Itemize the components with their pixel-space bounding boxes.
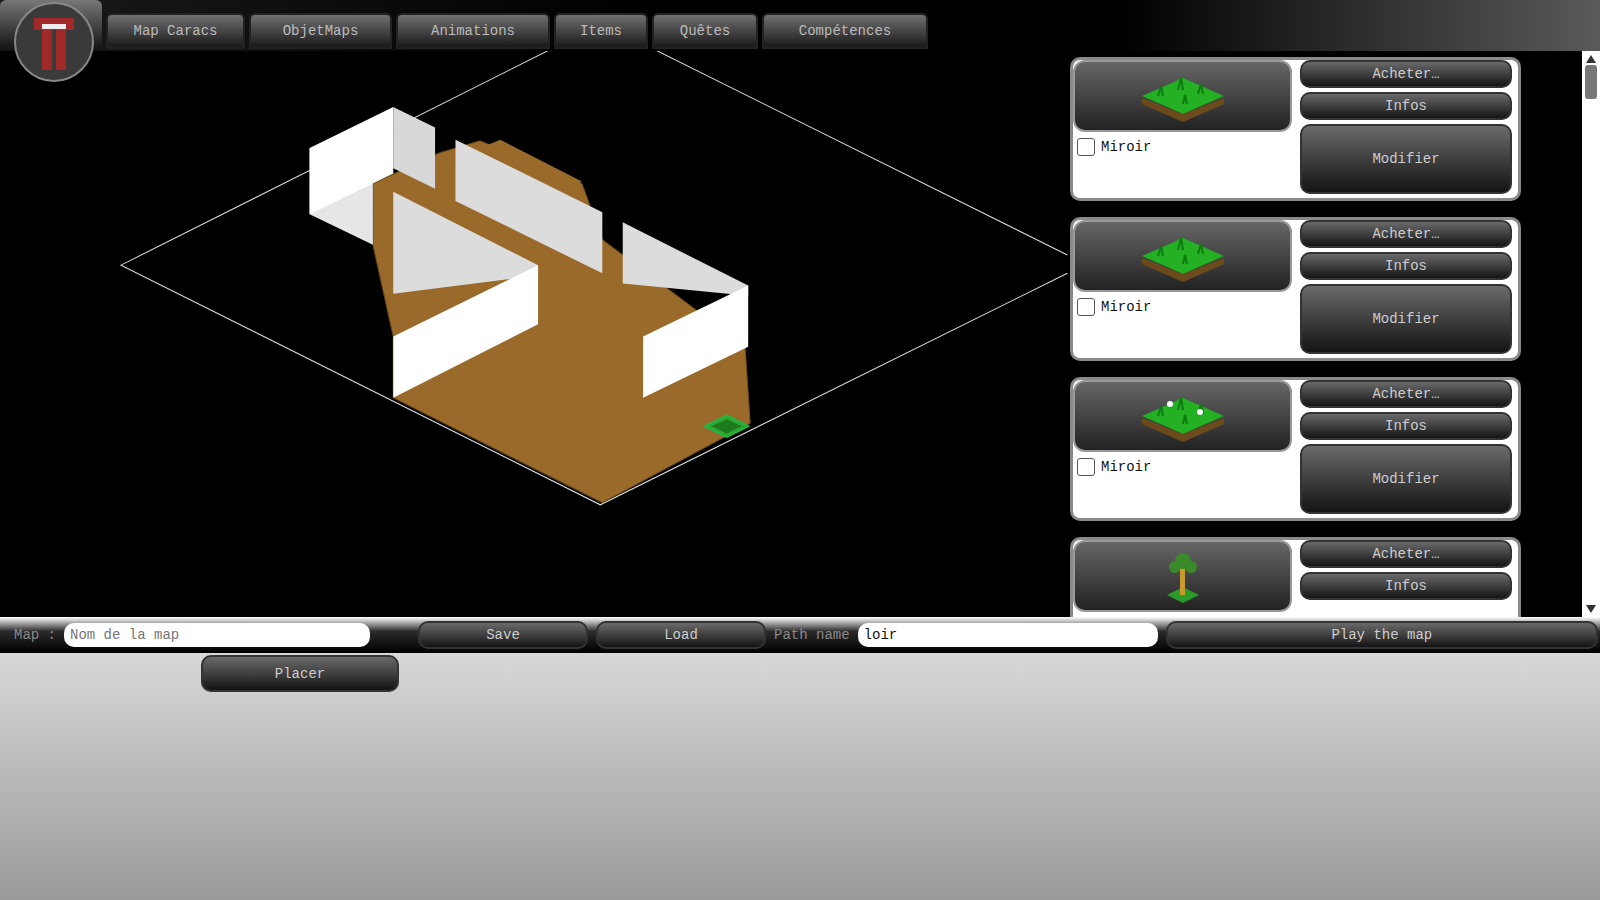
tab-bar: Map CaracsObjetMapsAnimationsItemsQuêtes… <box>106 13 928 51</box>
place-button[interactable]: Placer <box>201 655 399 692</box>
object-list: Miroir Acheter… Infos Modifier Miroir Ache… <box>1068 51 1582 617</box>
object-card: Miroir Acheter… Infos Modifier <box>1070 57 1521 201</box>
mirror-checkbox[interactable]: Miroir <box>1073 292 1292 322</box>
lower-area: Placer <box>0 653 1600 692</box>
object-button[interactable]: Modifier <box>1300 284 1512 354</box>
object-preview[interactable] <box>1073 220 1292 292</box>
grass-tile-icon <box>1138 228 1228 284</box>
scrollbar[interactable] <box>1582 51 1600 617</box>
tree-icon <box>1153 547 1213 605</box>
tab[interactable]: Animations <box>396 13 550 49</box>
object-button[interactable]: Infos <box>1300 92 1512 120</box>
map-name-input[interactable] <box>64 623 370 647</box>
save-button[interactable]: Save <box>418 621 588 649</box>
tab[interactable]: Items <box>554 13 648 49</box>
mirror-checkbox[interactable]: Miroir <box>1073 132 1292 162</box>
workspace: Miroir Acheter… Infos Modifier Miroir Ache… <box>0 51 1600 617</box>
object-button[interactable]: Acheter… <box>1300 380 1512 408</box>
tab[interactable]: Quêtes <box>652 13 758 49</box>
grass-tile-icon <box>1138 68 1228 124</box>
object-button[interactable]: Acheter… <box>1300 540 1512 568</box>
map-canvas[interactable] <box>0 51 1068 617</box>
isometric-map[interactable] <box>0 51 1068 617</box>
path-name-input[interactable] <box>858 623 1158 647</box>
editor: Map CaracsObjetMapsAnimationsItemsQuêtes… <box>0 0 1600 900</box>
object-button[interactable]: Infos <box>1300 572 1512 600</box>
scroll-up-icon[interactable] <box>1584 53 1598 65</box>
tab[interactable]: Compétences <box>762 13 928 49</box>
bottom-bar: Map : Save Load Path name Play the map <box>0 617 1600 653</box>
load-button[interactable]: Load <box>596 621 766 649</box>
grass-tile-icon <box>1138 388 1228 444</box>
scroll-down-icon[interactable] <box>1584 603 1598 615</box>
object-button[interactable]: Acheter… <box>1300 60 1512 88</box>
map-label: Map : <box>14 627 56 643</box>
object-card: Miroir Acheter… Infos Modifier <box>1070 217 1521 361</box>
object-button[interactable]: Modifier <box>1300 124 1512 194</box>
logo-icon[interactable] <box>0 0 102 51</box>
object-button[interactable]: Infos <box>1300 252 1512 280</box>
object-preview[interactable] <box>1073 60 1292 132</box>
object-button[interactable]: Infos <box>1300 412 1512 440</box>
checkbox-box[interactable] <box>1077 458 1095 476</box>
mirror-checkbox[interactable]: Miroir <box>1073 452 1292 482</box>
path-label: Path name <box>774 627 850 643</box>
object-card: Acheter… Infos <box>1070 537 1521 617</box>
object-panel: Miroir Acheter… Infos Modifier Miroir Ache… <box>1068 51 1600 617</box>
object-button[interactable]: Acheter… <box>1300 220 1512 248</box>
object-preview[interactable] <box>1073 540 1292 612</box>
play-button[interactable]: Play the map <box>1166 621 1598 649</box>
top-bar: Map CaracsObjetMapsAnimationsItemsQuêtes… <box>0 0 1600 51</box>
object-card: Miroir Acheter… Infos Modifier <box>1070 377 1521 521</box>
object-button[interactable]: Modifier <box>1300 444 1512 514</box>
scroll-thumb[interactable] <box>1585 65 1597 99</box>
tab[interactable]: Map Caracs <box>106 13 245 49</box>
checkbox-box[interactable] <box>1077 298 1095 316</box>
object-preview[interactable] <box>1073 380 1292 452</box>
checkbox-box[interactable] <box>1077 138 1095 156</box>
tab[interactable]: ObjetMaps <box>249 13 392 49</box>
